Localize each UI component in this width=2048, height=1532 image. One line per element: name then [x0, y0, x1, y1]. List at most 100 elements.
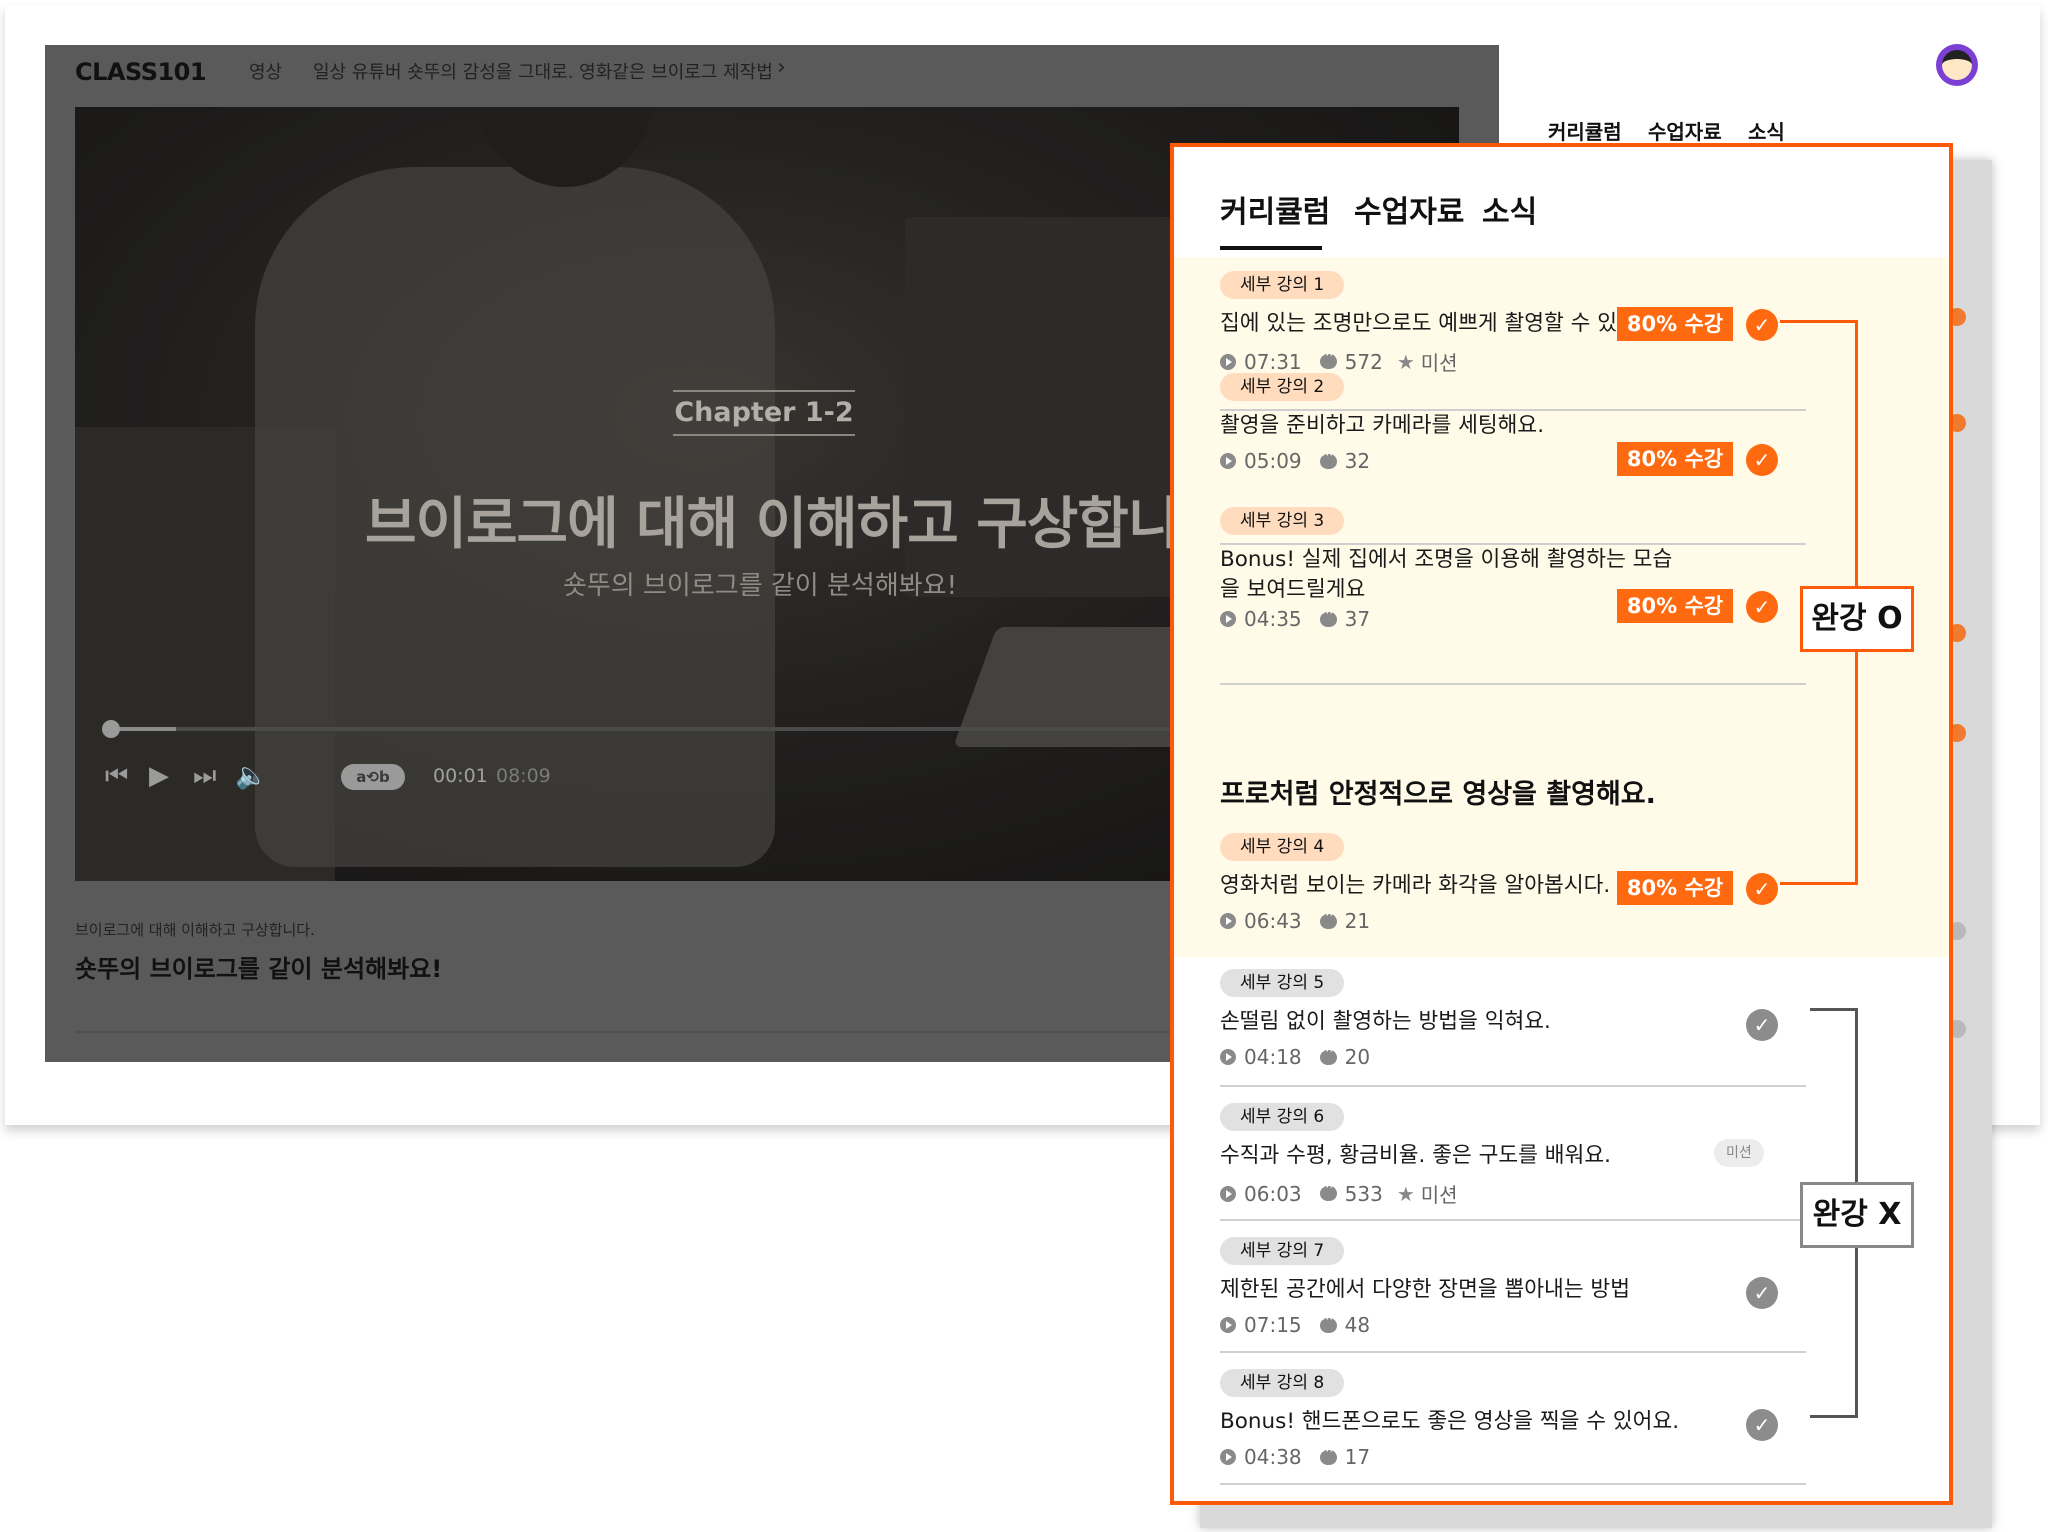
comment-icon	[1319, 1044, 1337, 1065]
star-icon: ★	[1396, 1181, 1415, 1206]
lesson-comments: 533	[1344, 1181, 1383, 1206]
comment-icon	[1319, 448, 1337, 469]
lesson-item[interactable]: 세부 강의 8 Bonus! 핸드폰으로도 좋은 영상을 찍을 수 있어요. 0…	[1220, 1369, 1790, 1479]
lesson-duration: 06:03	[1244, 1181, 1302, 1206]
tab-bar: 커리큘럼 수업자료 소식	[1174, 147, 1949, 257]
lesson-meta: 04:35 37	[1220, 606, 1371, 631]
tab-curriculum[interactable]: 커리큘럼	[1220, 187, 1330, 231]
lesson-mission: 미션	[1420, 351, 1458, 375]
skip-forward-icon[interactable]: ⏭	[193, 763, 216, 789]
comment-icon	[1319, 1444, 1337, 1465]
comment-icon	[1319, 1180, 1337, 1201]
check-icon: ✓	[1746, 444, 1778, 476]
lesson-badge: 세부 강의 1	[1220, 271, 1345, 299]
play-small-icon	[1220, 1449, 1236, 1465]
play-small-icon	[1220, 1049, 1236, 1065]
avatar-face-icon	[1942, 50, 1972, 80]
lesson-meta: 04:38 17	[1220, 1444, 1371, 1469]
bg-tab-news[interactable]: 소식	[1748, 116, 1785, 145]
lesson-badge: 세부 강의 5	[1220, 969, 1345, 997]
play-small-icon	[1220, 913, 1236, 929]
lesson-badge: 세부 강의 8	[1220, 1369, 1345, 1397]
lesson-title[interactable]: 수직과 수평, 황금비율. 좋은 구도를 배워요.	[1220, 1141, 1720, 1171]
lesson-title[interactable]: Bonus! 핸드폰으로도 좋은 영상을 찍을 수 있어요.	[1220, 1407, 1720, 1437]
item-divider	[1220, 683, 1806, 685]
comment-icon	[1319, 1312, 1337, 1333]
star-icon: ★	[1396, 349, 1415, 374]
lesson-description-title: 숏뚜의 브이로그를 같이 분석해봐요!	[75, 955, 443, 983]
lesson-badge: 세부 강의 4	[1220, 833, 1345, 861]
mission-pill[interactable]: 미션	[1714, 1139, 1764, 1167]
lesson-meta: 07:15 48	[1220, 1312, 1371, 1337]
lesson-comments: 37	[1344, 607, 1371, 631]
lesson-duration: 04:35	[1244, 607, 1302, 631]
section-title: 프로처럼 안정적으로 영상을 촬영해요.	[1220, 779, 1656, 810]
check-icon: ✓	[1746, 1009, 1778, 1041]
check-icon: ✓	[1746, 1277, 1778, 1309]
lesson-duration: 07:15	[1244, 1313, 1302, 1337]
comment-icon	[1319, 606, 1337, 627]
lesson-mission: 미션	[1420, 1183, 1458, 1207]
lesson-duration: 04:38	[1244, 1445, 1302, 1469]
lesson-title[interactable]: 제한된 공간에서 다양한 장면을 뽑아내는 방법	[1220, 1275, 1720, 1305]
check-icon: ✓	[1746, 1409, 1778, 1441]
lesson-duration: 05:09	[1244, 449, 1302, 473]
time-current: 00:01	[433, 765, 488, 787]
ab-repeat-button[interactable]: a⟲b	[341, 764, 405, 790]
lesson-comments: 32	[1344, 449, 1371, 473]
lesson-meta: 04:18 20	[1220, 1044, 1371, 1069]
play-small-icon	[1220, 353, 1236, 370]
lesson-comments: 17	[1344, 1445, 1371, 1469]
lesson-meta: 05:09 32	[1220, 448, 1371, 473]
lesson-item[interactable]: 세부 강의 5 손떨림 없이 촬영하는 방법을 익혀요. 04:18 20	[1220, 969, 1790, 1079]
lesson-duration: 04:18	[1244, 1045, 1302, 1069]
bg-tab-curriculum[interactable]: 커리큘럼	[1548, 116, 1622, 145]
top-bar: CLASS101 영상 일상 유튜버 숏뚜의 감성을 그대로. 영화같은 브이로…	[45, 45, 1499, 105]
lesson-item[interactable]: 세부 강의 6 수직과 수평, 황금비율. 좋은 구도를 배워요. 06:03 …	[1220, 1103, 1790, 1213]
volume-icon[interactable]: 🔈	[235, 763, 267, 789]
play-small-icon	[1220, 611, 1236, 627]
lesson-comments: 20	[1344, 1045, 1371, 1069]
lesson-badge: 세부 강의 2	[1220, 373, 1345, 401]
lesson-item[interactable]: 세부 강의 7 제한된 공간에서 다양한 장면을 뽑아내는 방법 07:15 4…	[1220, 1237, 1790, 1347]
lesson-title[interactable]: 촬영을 준비하고 카메라를 세팅해요.	[1220, 411, 1720, 441]
lesson-comments: 572	[1344, 349, 1383, 374]
progress-knob[interactable]	[102, 720, 120, 738]
active-tab-indicator	[1220, 246, 1322, 250]
tab-materials[interactable]: 수업자료	[1354, 187, 1464, 231]
lesson-comments: 48	[1344, 1313, 1371, 1337]
chapter-label: Chapter 1-2	[673, 390, 855, 436]
check-icon: ✓	[1746, 309, 1778, 341]
progress-tag: 80% 수강	[1617, 589, 1733, 623]
lesson-meta: 06:43 21	[1220, 908, 1370, 933]
bg-tab-materials[interactable]: 수업자료	[1648, 116, 1722, 145]
brand-logo[interactable]: CLASS101	[75, 58, 207, 86]
lesson-badge: 세부 강의 3	[1220, 507, 1345, 535]
lesson-duration: 07:31	[1244, 349, 1302, 374]
progress-tag: 80% 수강	[1617, 871, 1733, 905]
tab-news[interactable]: 소식	[1482, 187, 1537, 231]
lesson-description-small: 브이로그에 대해 이해하고 구상합니다.	[75, 921, 315, 939]
lesson-duration: 06:43	[1244, 909, 1302, 933]
progress-tag: 80% 수강	[1617, 442, 1733, 476]
play-small-icon	[1220, 1185, 1236, 1202]
lesson-meta: 07:31 572 ★ 미션	[1220, 347, 1458, 376]
chevron-right-icon[interactable]: ›	[777, 55, 786, 80]
progress-tag: 80% 수강	[1617, 307, 1733, 341]
breadcrumb-class-title[interactable]: 일상 유튜버 숏뚜의 감성을 그대로. 영화같은 브이로그 제작법	[313, 58, 773, 84]
lesson-badge: 세부 강의 7	[1220, 1237, 1345, 1265]
play-small-icon	[1220, 1317, 1236, 1333]
comment-icon	[1319, 908, 1337, 929]
skip-back-icon[interactable]: ⏮	[105, 763, 128, 789]
user-avatar[interactable]	[1936, 44, 1978, 86]
lesson-meta: 06:03 533 ★ 미션	[1220, 1179, 1458, 1208]
item-divider	[1220, 1351, 1806, 1353]
lesson-title[interactable]: 손떨림 없이 촬영하는 방법을 익혀요.	[1220, 1007, 1720, 1037]
breadcrumb-category[interactable]: 영상	[249, 58, 282, 84]
time-total: 08:09	[496, 765, 551, 787]
play-small-icon	[1220, 453, 1236, 469]
item-divider	[1220, 1483, 1806, 1485]
play-icon[interactable]: ▶	[149, 763, 169, 789]
item-divider	[1220, 1219, 1806, 1221]
check-icon: ✓	[1746, 591, 1778, 623]
